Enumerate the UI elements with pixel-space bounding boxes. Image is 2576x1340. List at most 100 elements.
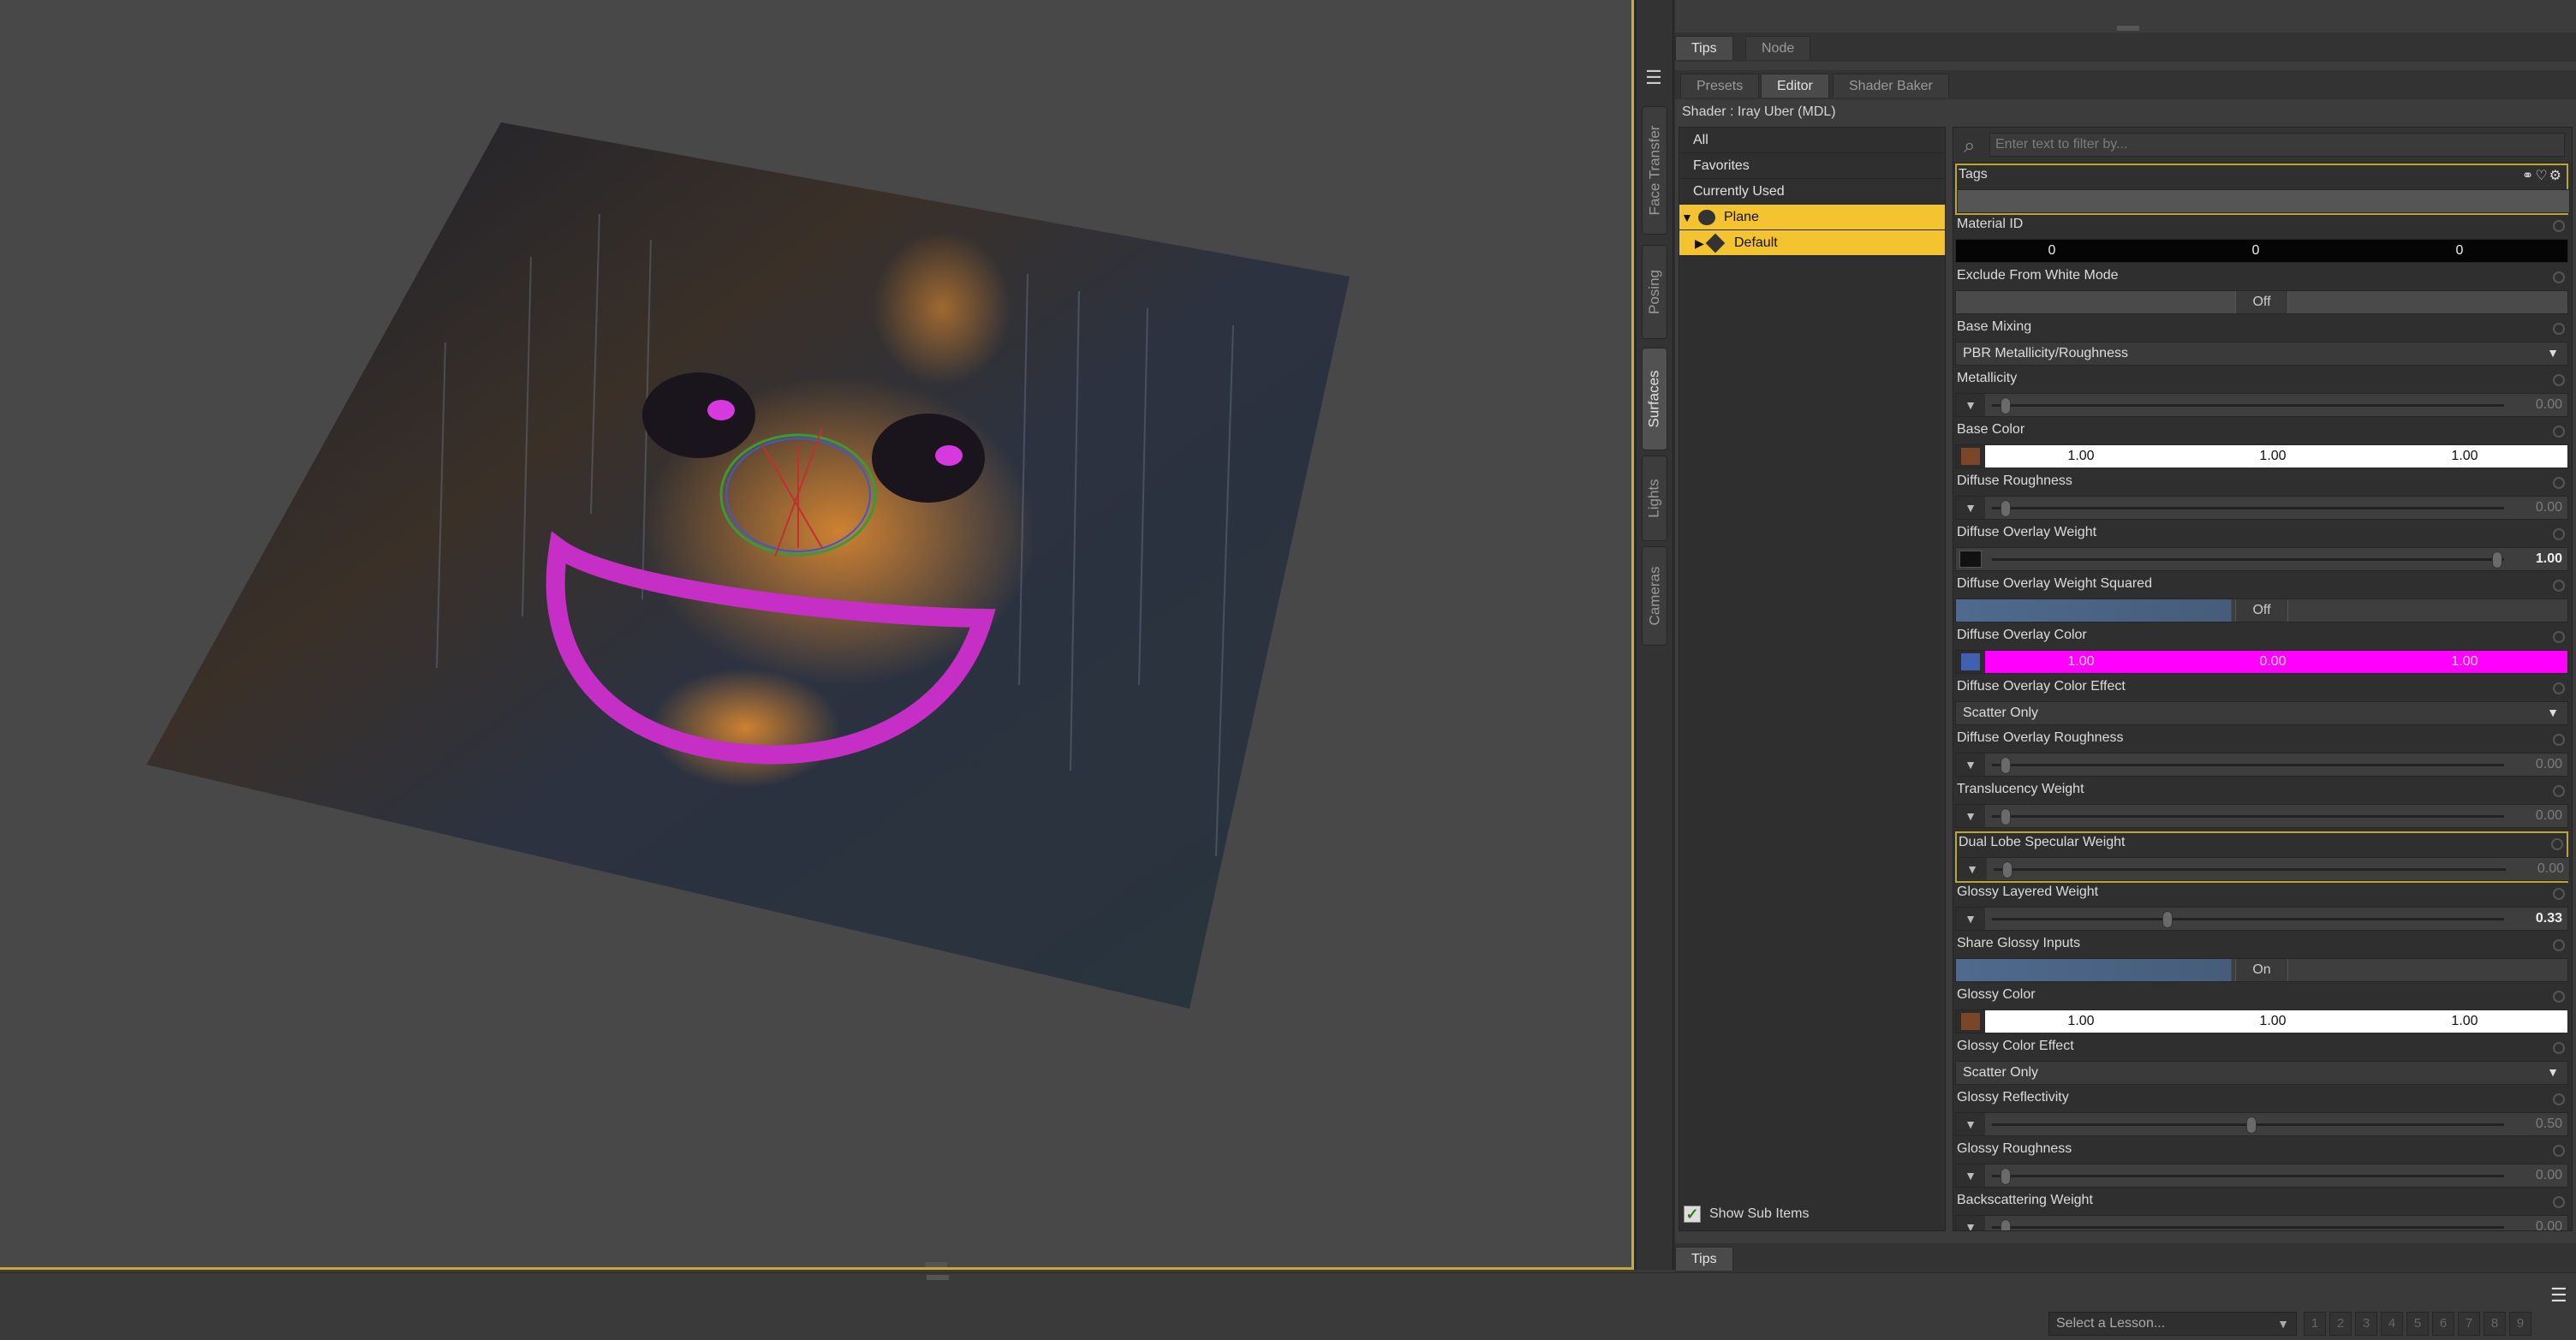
lesson-select[interactable]: Select a Lesson... ▼ (2048, 1312, 2297, 1336)
lesson-page-button[interactable]: 4 (2381, 1312, 2403, 1336)
property-toggle[interactable]: On (1955, 958, 2568, 982)
slider-track[interactable] (1992, 1226, 2504, 1229)
property-triple-field[interactable]: 000 (1955, 239, 2568, 263)
slider-track[interactable] (1992, 1175, 2504, 1177)
options-circle-icon[interactable] (2551, 838, 2563, 850)
channel-value[interactable]: 1.00 (2177, 1014, 2369, 1029)
toggle-value[interactable]: Off (2235, 291, 2288, 313)
tab-node[interactable]: Node (1745, 36, 1811, 60)
slider-track[interactable] (1992, 558, 2504, 561)
options-circle-icon[interactable] (2553, 580, 2565, 592)
options-circle-icon[interactable] (2553, 1196, 2565, 1208)
slider-value[interactable]: 0.00 (2536, 397, 2562, 413)
tree-item-favorites[interactable]: Favorites (1679, 153, 1945, 179)
map-menu-icon[interactable]: ▼ (1956, 908, 1985, 930)
options-circle-icon[interactable] (2553, 939, 2565, 951)
slider-value[interactable]: 0.00 (2536, 500, 2562, 515)
options-circle-icon[interactable] (2553, 220, 2565, 232)
options-circle-icon[interactable] (2553, 323, 2565, 335)
tags-field[interactable] (1957, 189, 2570, 213)
lesson-page-button[interactable]: 2 (2329, 1312, 2352, 1336)
slider-value[interactable]: 0.00 (2536, 757, 2562, 772)
property-slider[interactable]: 1.00 (1955, 547, 2568, 571)
options-circle-icon[interactable] (2553, 631, 2565, 643)
tree-item-plane[interactable]: ▼ Plane (1679, 205, 1945, 230)
channel-value[interactable]: 1.00 (2369, 1014, 2561, 1029)
options-circle-icon[interactable] (2553, 271, 2565, 283)
show-sub-items-checkbox[interactable]: ✓ Show Sub Items (1684, 1206, 1810, 1223)
status-menu-icon[interactable]: ☰ (2550, 1284, 2567, 1307)
lesson-page-button[interactable]: 1 (2304, 1312, 2326, 1336)
tree-item-all[interactable]: All (1679, 128, 1945, 153)
tree-item-currently-used[interactable]: Currently Used (1679, 179, 1945, 205)
property-dropdown[interactable]: PBR Metallicity/Roughness ▼ (1955, 342, 2568, 366)
tab-presets[interactable]: Presets (1680, 74, 1760, 98)
lesson-page-button[interactable]: 9 (2509, 1312, 2531, 1336)
options-circle-icon[interactable] (2553, 528, 2565, 540)
map-menu-icon[interactable]: ▼ (1956, 1113, 1985, 1135)
slider-knob[interactable] (2001, 808, 2011, 825)
slider-knob[interactable] (2246, 1117, 2257, 1134)
color-swatch-icon[interactable] (1956, 445, 1985, 468)
color-swatch-icon[interactable] (1956, 1010, 1985, 1033)
map-menu-icon[interactable]: ▼ (1956, 753, 1985, 776)
map-menu-icon[interactable]: ▼ (1956, 394, 1985, 416)
side-tab-face-transfer[interactable]: Face Transfer (1642, 106, 1667, 235)
slider-knob[interactable] (2001, 1219, 2011, 1230)
pane-menu-icon[interactable]: ☰ (1641, 67, 1667, 89)
slider-track[interactable] (1992, 404, 2504, 407)
slider-knob[interactable] (2001, 1168, 2011, 1185)
toggle-value[interactable]: Off (2235, 599, 2288, 622)
property-slider[interactable]: ▼ 0.00 (1957, 857, 2570, 881)
slider-value[interactable]: 0.33 (2536, 911, 2562, 926)
slider-knob[interactable] (2492, 551, 2502, 569)
channel-value[interactable]: 1.00 (2369, 449, 2561, 464)
options-circle-icon[interactable] (2553, 477, 2565, 489)
filter-input[interactable] (1989, 133, 2565, 157)
slider-value[interactable]: 0.00 (2537, 861, 2564, 877)
property-slider[interactable]: ▼ 0.00 (1955, 753, 2568, 777)
map-menu-icon[interactable]: ▼ (1956, 1216, 1985, 1230)
property-slider[interactable]: ▼ 0.00 (1955, 393, 2568, 417)
options-circle-icon[interactable] (2553, 1042, 2565, 1054)
options-circle-icon[interactable] (2553, 426, 2565, 438)
slider-track[interactable] (1992, 815, 2504, 818)
channel-value[interactable]: 1.00 (2369, 654, 2561, 670)
lesson-page-button[interactable]: 3 (2355, 1312, 2377, 1336)
lesson-page-button[interactable]: 5 (2406, 1312, 2429, 1336)
channel-value[interactable]: 0 (2364, 243, 2555, 259)
slider-value[interactable]: 0.00 (2536, 808, 2562, 824)
viewport-3d[interactable] (0, 0, 1634, 1270)
map-menu-icon[interactable]: ▼ (1956, 497, 1985, 519)
tag-actions-icon[interactable]: ⚭♡⚙ (2522, 167, 2563, 184)
property-toggle[interactable]: Off (1955, 599, 2568, 622)
lesson-page-button[interactable]: 6 (2432, 1312, 2454, 1336)
options-circle-icon[interactable] (2553, 888, 2565, 900)
tree-item-default[interactable]: ▶ Default (1679, 230, 1945, 256)
options-circle-icon[interactable] (2553, 785, 2565, 797)
property-dropdown[interactable]: Scatter Only ▼ (1955, 701, 2568, 725)
property-slider[interactable]: ▼ 0.33 (1955, 907, 2568, 931)
expand-right-icon[interactable]: ▶ (1695, 230, 1704, 256)
expand-down-icon[interactable]: ▼ (1681, 205, 1693, 230)
lesson-page-button[interactable]: 7 (2458, 1312, 2480, 1336)
property-slider[interactable]: ▼ 0.00 (1955, 496, 2568, 520)
options-circle-icon[interactable] (2553, 734, 2565, 746)
channel-value[interactable]: 1.00 (2177, 449, 2369, 464)
slider-value[interactable]: 0.00 (2536, 1219, 2562, 1230)
property-dropdown[interactable]: Scatter Only ▼ (1955, 1061, 2568, 1085)
channel-value[interactable]: 1.00 (1985, 654, 2177, 670)
channel-value[interactable]: 1.00 (1985, 449, 2177, 464)
map-menu-icon[interactable]: ▼ (1958, 858, 1987, 880)
slider-knob[interactable] (2002, 861, 2012, 878)
property-slider[interactable]: ▼ 0.00 (1955, 1215, 2568, 1230)
lesson-page-button[interactable]: 8 (2484, 1312, 2506, 1336)
property-triple-field[interactable]: 1.00 1.00 1.00 (1955, 1009, 2568, 1033)
channel-value[interactable]: 0.00 (2177, 654, 2369, 670)
side-tab-posing[interactable]: Posing (1642, 245, 1667, 339)
options-circle-icon[interactable] (2553, 374, 2565, 386)
channel-value[interactable]: 1.00 (1985, 1014, 2177, 1029)
slider-knob[interactable] (2162, 911, 2174, 928)
slider-track[interactable] (1992, 918, 2504, 920)
slider-knob[interactable] (2001, 397, 2011, 414)
